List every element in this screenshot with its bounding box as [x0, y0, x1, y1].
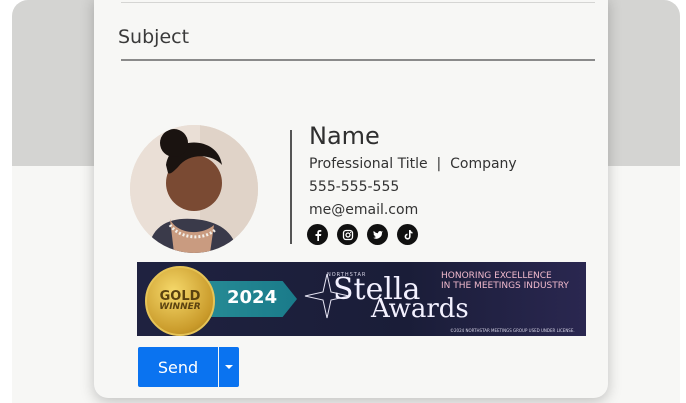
- social-links: [307, 224, 418, 245]
- compose-panel: Subject Name Professional Title | Compan…: [94, 0, 608, 398]
- signature-divider: [290, 130, 292, 244]
- tagline-line2: IN THE MEETINGS INDUSTRY: [441, 281, 569, 291]
- award-banner: 2024 GOLD WINNER NORTHSTAR Stella Awards…: [137, 262, 586, 336]
- banner-fineprint: ©2024 NORTHSTAR MEETINGS GROUP USED UNDE…: [450, 328, 575, 333]
- top-divider: [121, 2, 595, 3]
- chevron-down-icon: [225, 365, 233, 369]
- tiktok-icon[interactable]: [397, 224, 418, 245]
- signature-name: Name: [309, 122, 380, 150]
- medal-bottom-text: WINNER: [159, 302, 201, 312]
- award-word2: Awards: [371, 294, 469, 324]
- facebook-icon[interactable]: [307, 224, 328, 245]
- send-button[interactable]: Send: [138, 347, 218, 387]
- signature-phone: 555-555-555: [309, 179, 400, 195]
- send-options-button[interactable]: [219, 347, 239, 387]
- signature-title-company: Professional Title | Company: [309, 156, 517, 172]
- signature-email: me@email.com: [309, 202, 419, 218]
- avatar: [130, 125, 258, 253]
- twitter-icon[interactable]: [367, 224, 388, 245]
- banner-tagline: HONORING EXCELLENCE IN THE MEETINGS INDU…: [441, 271, 569, 291]
- subject-underline: [121, 59, 595, 61]
- instagram-icon[interactable]: [337, 224, 358, 245]
- gold-medal-icon: GOLD WINNER: [145, 266, 215, 336]
- tagline-line1: HONORING EXCELLENCE: [441, 271, 552, 281]
- subject-field[interactable]: Subject: [118, 26, 189, 48]
- banner-year: 2024: [227, 287, 278, 308]
